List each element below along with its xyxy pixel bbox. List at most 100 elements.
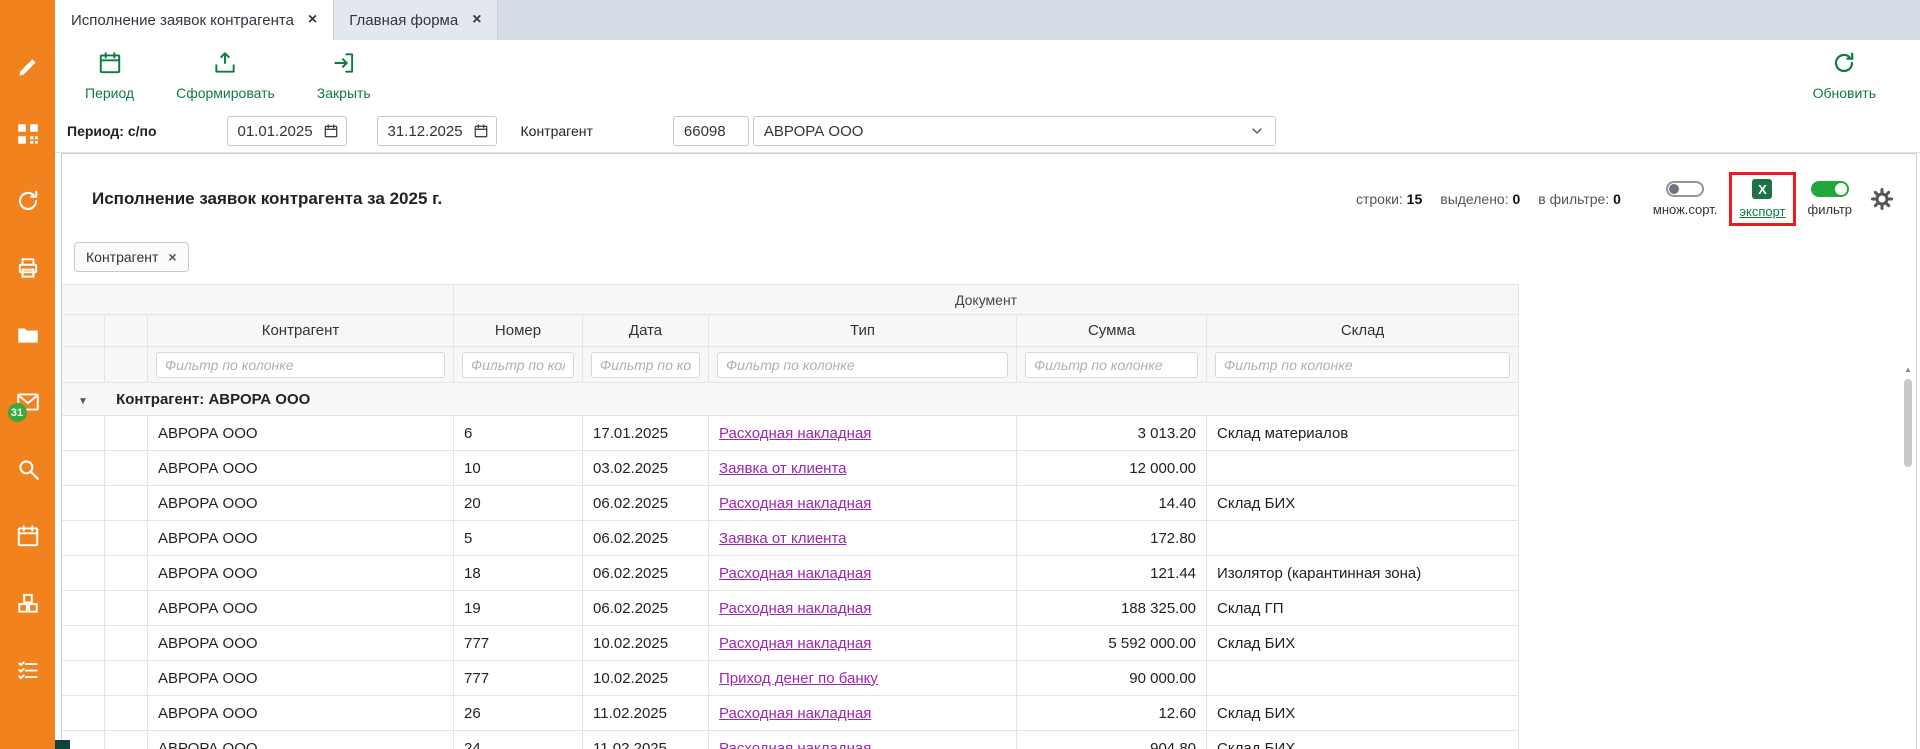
cell-warehouse xyxy=(1207,521,1519,556)
sync-icon[interactable] xyxy=(15,188,41,214)
window-corner-fragment xyxy=(55,740,70,749)
generate-icon xyxy=(212,50,238,81)
cell-type: Заявка от клиента xyxy=(709,451,1017,486)
vertical-scrollbar[interactable]: ▲ xyxy=(1902,364,1914,749)
column-filter-input-warehouse[interactable] xyxy=(1215,352,1510,378)
report-card: Исполнение заявок контрагента за 2025 г.… xyxy=(61,153,1917,749)
cell-warehouse: Склад БИХ xyxy=(1207,731,1519,749)
column-header-number[interactable]: Номер xyxy=(454,315,583,347)
counterparty-select[interactable]: АВРОРА ООО xyxy=(753,116,1276,146)
cell-type: Расходная накладная xyxy=(709,731,1017,749)
column-filter-input-number[interactable] xyxy=(462,352,574,378)
document-link[interactable]: Расходная накладная xyxy=(719,495,871,512)
column-filter-input-sum[interactable] xyxy=(1025,352,1198,378)
document-link[interactable]: Расходная накладная xyxy=(719,705,871,722)
report-table: Документ Контрагент Номер Дата Тип Сумма… xyxy=(61,284,1519,749)
search-icon[interactable] xyxy=(15,456,41,482)
table-row: АВРОРА ООО 6 17.01.2025 Расходная наклад… xyxy=(62,416,1519,451)
export-button[interactable]: X экспорт xyxy=(1739,179,1785,219)
document-link[interactable]: Расходная накладная xyxy=(719,425,871,442)
tab-glavnaya-forma[interactable]: Главная форма × xyxy=(333,0,497,40)
date-to-field[interactable] xyxy=(377,116,497,146)
qr-grid-icon[interactable] xyxy=(15,121,41,147)
filter-control: фильтр xyxy=(1808,181,1852,217)
table-row: АВРОРА ООО 18 06.02.2025 Расходная накла… xyxy=(62,556,1519,591)
calendar-icon[interactable] xyxy=(323,123,339,142)
cell-date: 03.02.2025 xyxy=(583,451,709,486)
column-filter-input-date[interactable] xyxy=(591,352,700,378)
document-link[interactable]: Заявка от клиента xyxy=(719,530,846,547)
cell-counterparty: АВРОРА ООО xyxy=(148,556,454,591)
document-link[interactable]: Заявка от клиента xyxy=(719,460,846,477)
column-header-expand xyxy=(62,315,105,347)
gear-icon[interactable] xyxy=(1870,187,1894,211)
filter-label: фильтр xyxy=(1808,202,1852,217)
column-header-type[interactable]: Тип xyxy=(709,315,1017,347)
filter-toggle[interactable] xyxy=(1811,181,1849,197)
column-filter-input-type[interactable] xyxy=(717,352,1008,378)
column-header-warehouse[interactable]: Склад xyxy=(1207,315,1519,347)
grouping-chips: Контрагент × xyxy=(62,226,1916,272)
cell-sum: 12.60 xyxy=(1017,696,1207,731)
document-link[interactable]: Расходная накладная xyxy=(719,740,871,749)
filter-chip-counterparty[interactable]: Контрагент × xyxy=(74,242,189,272)
table-row: АВРОРА ООО 19 06.02.2025 Расходная накла… xyxy=(62,591,1519,626)
counterparty-code-input[interactable] xyxy=(673,116,749,146)
table-row: АВРОРА ООО 10 03.02.2025 Заявка от клиен… xyxy=(62,451,1519,486)
tab-ispolnenie-zayavok[interactable]: Исполнение заявок контрагента × xyxy=(55,0,333,40)
cell-date: 10.02.2025 xyxy=(583,626,709,661)
cell-warehouse: Склад БИХ xyxy=(1207,486,1519,521)
cell-sum: 3 013.20 xyxy=(1017,416,1207,451)
multisort-toggle[interactable] xyxy=(1666,181,1704,197)
document-link[interactable]: Расходная накладная xyxy=(719,600,871,617)
calendar-icon[interactable] xyxy=(473,123,489,142)
cell-warehouse xyxy=(1207,661,1519,696)
document-link[interactable]: Расходная накладная xyxy=(719,565,871,582)
cell-counterparty: АВРОРА ООО xyxy=(148,696,454,731)
rows-stat: строки: 15 xyxy=(1356,191,1422,207)
cell-number: 5 xyxy=(454,521,583,556)
collapse-triangle-icon[interactable]: ▼ xyxy=(78,396,88,407)
column-header-counterparty[interactable]: Контрагент xyxy=(148,315,454,347)
cell-number: 6 xyxy=(454,416,583,451)
export-label[interactable]: экспорт xyxy=(1739,204,1785,219)
printer-icon[interactable] xyxy=(15,255,41,281)
cell-type: Заявка от клиента xyxy=(709,521,1017,556)
period-button[interactable]: Период xyxy=(85,50,134,101)
tab-bar: Исполнение заявок контрагента × Главная … xyxy=(55,0,1920,40)
column-filter-input-counterparty[interactable] xyxy=(156,352,445,378)
calendar-icon[interactable] xyxy=(15,523,41,549)
refresh-button[interactable]: Обновить xyxy=(1813,50,1876,101)
cell-warehouse xyxy=(1207,451,1519,486)
scrollbar-thumb[interactable] xyxy=(1904,379,1912,467)
close-form-button-label: Закрыть xyxy=(317,85,371,101)
document-link[interactable]: Приход денег по банку xyxy=(719,670,878,687)
close-icon[interactable]: × xyxy=(308,11,317,29)
column-group-document: Документ xyxy=(454,285,1519,315)
mail-icon[interactable]: 31 xyxy=(15,389,41,415)
folder-icon[interactable] xyxy=(15,322,41,348)
cell-counterparty: АВРОРА ООО xyxy=(148,521,454,556)
cell-sum: 172.80 xyxy=(1017,521,1207,556)
close-form-button[interactable]: Закрыть xyxy=(317,50,371,101)
document-link[interactable]: Расходная накладная xyxy=(719,635,871,652)
close-icon[interactable]: × xyxy=(472,11,481,29)
generate-button[interactable]: Сформировать xyxy=(176,50,275,101)
column-header-sum[interactable]: Сумма xyxy=(1017,315,1207,347)
cell-counterparty: АВРОРА ООО xyxy=(148,731,454,749)
edit-icon[interactable] xyxy=(15,54,41,80)
scroll-up-icon[interactable]: ▲ xyxy=(1902,364,1914,376)
export-highlight-box: X экспорт xyxy=(1729,172,1795,226)
close-icon[interactable]: × xyxy=(168,249,176,265)
tasks-icon[interactable] xyxy=(15,657,41,683)
period-range-label: Период: с/по xyxy=(67,123,157,139)
warehouse-icon[interactable] xyxy=(15,590,41,616)
report-toolbar: Период Сформировать Закрыть Обновить xyxy=(55,40,1920,110)
report-header: Исполнение заявок контрагента за 2025 г.… xyxy=(62,154,1916,226)
excel-icon[interactable]: X xyxy=(1752,179,1772,199)
refresh-button-label: Обновить xyxy=(1813,85,1876,101)
cell-warehouse: Склад ГП xyxy=(1207,591,1519,626)
column-header-date[interactable]: Дата xyxy=(583,315,709,347)
cell-date: 06.02.2025 xyxy=(583,521,709,556)
date-from-field[interactable] xyxy=(227,116,347,146)
